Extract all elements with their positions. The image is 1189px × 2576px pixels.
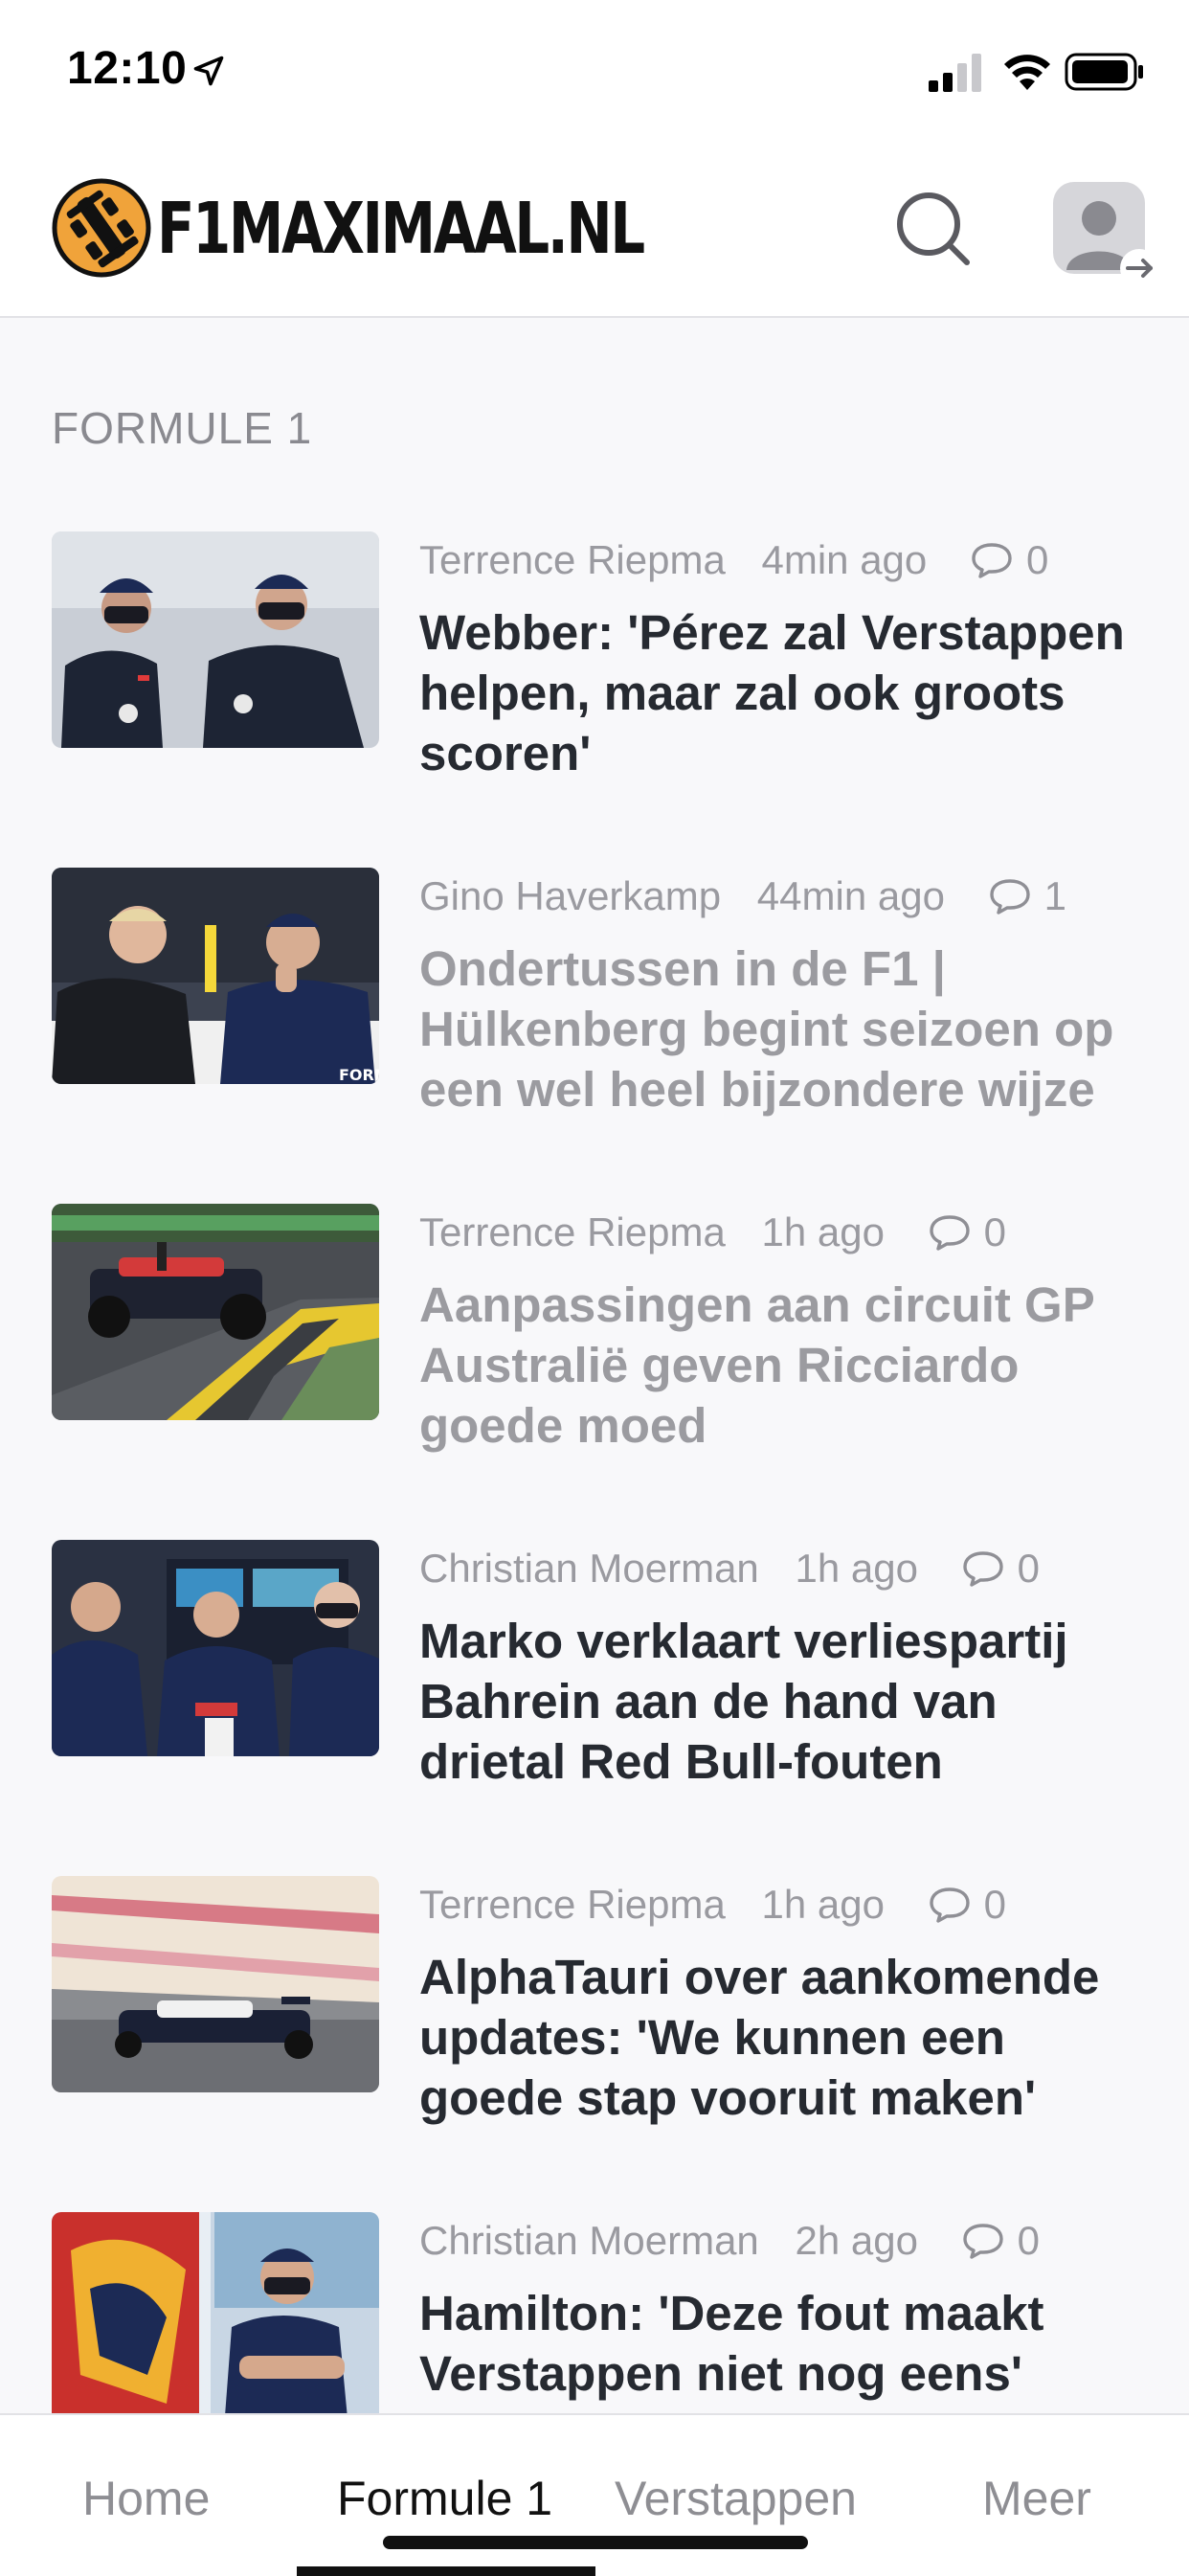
status-time: 12:10: [67, 43, 188, 94]
comment-icon: [989, 879, 1030, 915]
article-title[interactable]: Hamilton: 'Deze fout maakt Verstappen ni…: [419, 2283, 1147, 2404]
article-time: 1h ago: [761, 1882, 885, 1927]
article-thumbnail[interactable]: FORM: [52, 868, 379, 1084]
home-indicator[interactable]: [383, 2536, 808, 2549]
comment-count: 1: [1043, 873, 1066, 918]
article-meta: Christian Moerman 1h ago 0: [419, 1546, 1147, 1603]
article-comments[interactable]: 1: [989, 873, 1066, 919]
article-title[interactable]: Aanpassingen aan circuit GP Australië ge…: [419, 1275, 1147, 1456]
article-meta: Terrence Riepma 4min ago 0: [419, 537, 1147, 595]
article-thumbnail[interactable]: [52, 531, 379, 748]
account-login-icon[interactable]: [1049, 178, 1160, 289]
logo-text[interactable]: F1MAXIMAAL.NL: [157, 188, 645, 270]
article-item[interactable]: Terrence Riepma 4min ago 0 Webber: 'Pére…: [0, 531, 1189, 819]
article-meta: Terrence Riepma 1h ago 0: [419, 1209, 1147, 1267]
comment-count: 0: [983, 1209, 1006, 1254]
article-author[interactable]: Christian Moerman: [419, 2218, 759, 2264]
article-item[interactable]: FORM Gino Haverkamp 44min ago 1 Ondertus…: [0, 868, 1189, 1155]
article-thumbnail[interactable]: [52, 2212, 379, 2429]
article-meta: Gino Haverkamp 44min ago 1: [419, 873, 1147, 931]
article-title[interactable]: Webber: 'Pérez zal Verstappen helpen, ma…: [419, 602, 1147, 783]
article-time: 1h ago: [761, 1209, 885, 1254]
article-item[interactable]: Christian Moerman 1h ago 0 Marko verklaa…: [0, 1540, 1189, 1827]
article-title[interactable]: Ondertussen in de F1 | Hülkenberg begint…: [419, 938, 1147, 1119]
article-author[interactable]: Terrence Riepma: [419, 1209, 726, 1255]
article-time: 44min ago: [756, 873, 945, 918]
article-thumbnail[interactable]: [52, 1540, 379, 1756]
active-tab-indicator: [297, 2566, 595, 2576]
comment-icon: [929, 1215, 970, 1251]
logo-mark-icon[interactable]: [52, 178, 151, 278]
article-comments[interactable]: 0: [962, 2218, 1040, 2264]
svg-text:FORM: FORM: [339, 1066, 379, 1084]
comment-count: 0: [983, 1882, 1006, 1927]
article-item[interactable]: Terrence Riepma 1h ago 0 AlphaTauri over…: [0, 1876, 1189, 2163]
comment-icon: [972, 543, 1012, 578]
comment-icon: [962, 1551, 1003, 1587]
bottom-tab-bar: Home Formule 1 Verstappen Meer: [0, 2413, 1189, 2576]
article-comments[interactable]: 0: [929, 1882, 1006, 1928]
app-header: F1MAXIMAAL.NL: [0, 144, 1189, 318]
tab-meer[interactable]: Meer: [982, 2471, 1091, 2526]
article-comments[interactable]: 0: [929, 1209, 1006, 1255]
article-item[interactable]: Terrence Riepma 1h ago 0 Aanpassingen aa…: [0, 1204, 1189, 1491]
wifi-icon: [1004, 55, 1050, 90]
section-title: FORMULE 1: [52, 403, 313, 453]
article-author[interactable]: Gino Haverkamp: [419, 873, 721, 919]
comment-count: 0: [1017, 1546, 1040, 1591]
article-comments[interactable]: 0: [971, 537, 1048, 583]
comment-count: 0: [1025, 537, 1049, 582]
article-thumbnail[interactable]: [52, 1204, 379, 1420]
location-arrow-icon: [193, 56, 224, 86]
search-icon[interactable]: [890, 186, 976, 272]
tab-verstappen[interactable]: Verstappen: [615, 2471, 857, 2526]
article-title[interactable]: Marko verklaart verliespartij Bahrein aa…: [419, 1611, 1147, 1792]
article-time: 1h ago: [795, 1546, 918, 1591]
article-author[interactable]: Terrence Riepma: [419, 1882, 726, 1928]
article-time: 2h ago: [795, 2218, 918, 2263]
tab-home[interactable]: Home: [82, 2471, 210, 2526]
article-thumbnail[interactable]: [52, 1876, 379, 2092]
article-title[interactable]: AlphaTauri over aankomende updates: 'We …: [419, 1947, 1147, 2128]
comment-icon: [962, 2224, 1003, 2259]
article-time: 4min ago: [761, 537, 928, 582]
article-meta: Christian Moerman 2h ago 0: [419, 2218, 1147, 2275]
article-author[interactable]: Christian Moerman: [419, 1546, 759, 1592]
cellular-signal-icon: [929, 54, 981, 92]
comment-count: 0: [1017, 2218, 1040, 2263]
article-author[interactable]: Terrence Riepma: [419, 537, 726, 583]
status-bar: 12:10: [0, 0, 1189, 144]
comment-icon: [929, 1887, 970, 1923]
tab-formule-1[interactable]: Formule 1: [337, 2471, 552, 2526]
article-comments[interactable]: 0: [962, 1546, 1040, 1592]
article-meta: Terrence Riepma 1h ago 0: [419, 1882, 1147, 1939]
battery-icon: [1065, 53, 1143, 91]
